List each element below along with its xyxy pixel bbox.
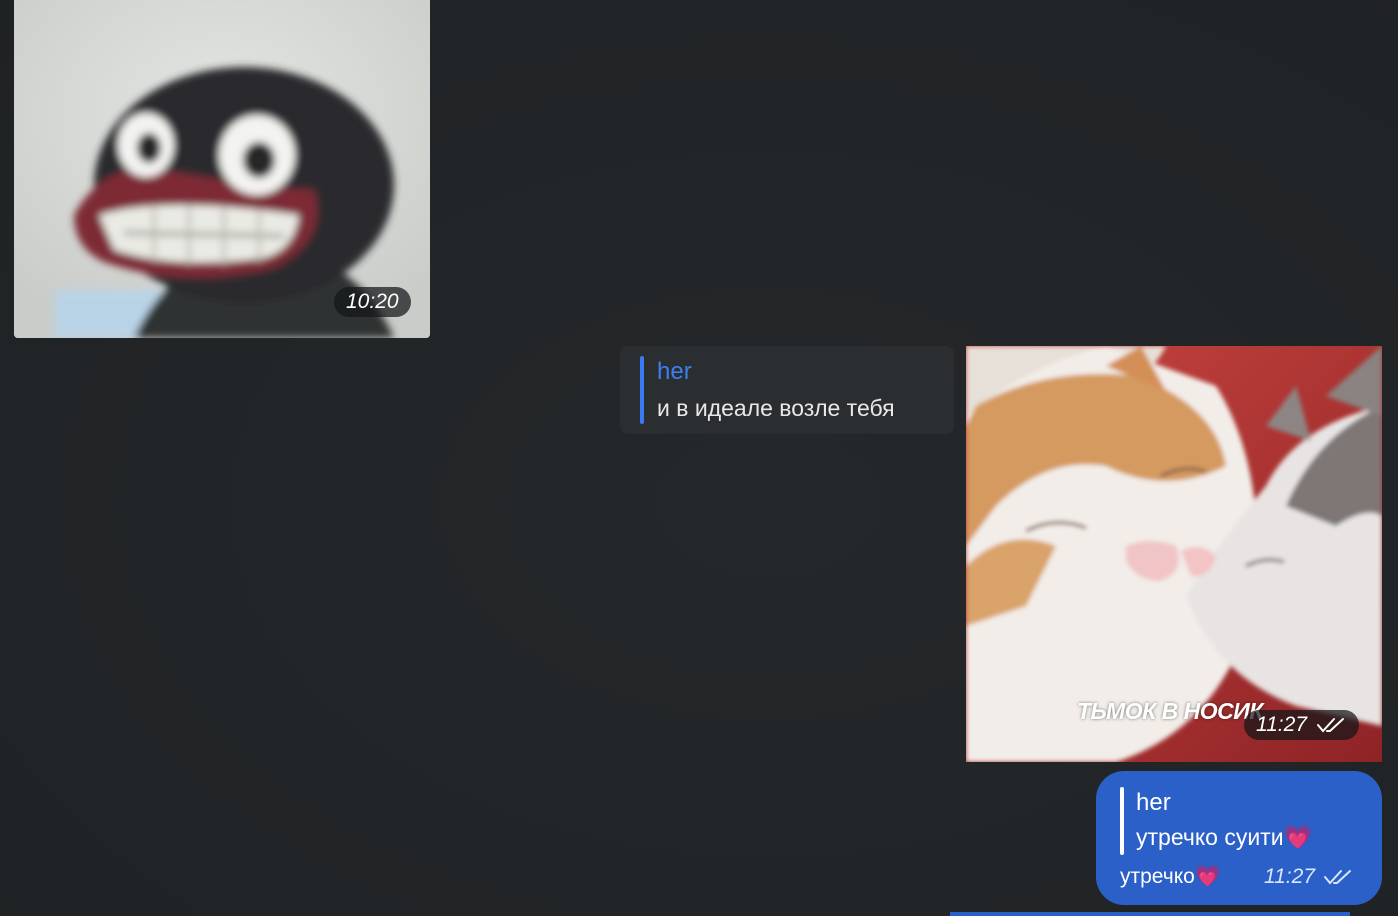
image-caption: ТЬМОК В НОСИК xyxy=(1077,698,1263,724)
message-text: утречко💗 xyxy=(1120,865,1221,888)
reply-indicator-bar xyxy=(640,356,644,424)
reply-quote[interactable]: her и в идеале возле тебя xyxy=(620,346,954,434)
chat-history[interactable]: 10:20 her и в идеале возле тебя ТЬМОК В … xyxy=(0,0,1398,916)
photo-timestamp: 11:27 xyxy=(1244,710,1359,740)
reply-indicator-bar xyxy=(1120,787,1124,855)
reply-author: her xyxy=(657,358,692,385)
time-text: 11:27 xyxy=(1264,865,1315,888)
incoming-photo-message[interactable]: 10:20 xyxy=(14,0,430,338)
message-timestamp: 11:27 xyxy=(1264,865,1355,889)
reply-text: и в идеале возле тебя xyxy=(657,395,895,421)
time-text: 11:27 xyxy=(1256,713,1307,736)
next-message-edge xyxy=(950,912,1350,916)
reply-author: her xyxy=(1136,789,1171,816)
photo-timestamp: 10:20 xyxy=(334,287,411,317)
outgoing-photo-message[interactable]: ТЬМОК В НОСИК 11:27 xyxy=(966,346,1382,762)
reply-text: утречко суити💗 xyxy=(1136,824,1313,850)
time-text: 10:20 xyxy=(346,290,399,313)
double-check-icon xyxy=(1323,870,1351,885)
outgoing-text-message[interactable]: her утречко суити💗 утречко💗 11:27 xyxy=(1096,771,1382,905)
double-check-icon xyxy=(1316,718,1344,733)
